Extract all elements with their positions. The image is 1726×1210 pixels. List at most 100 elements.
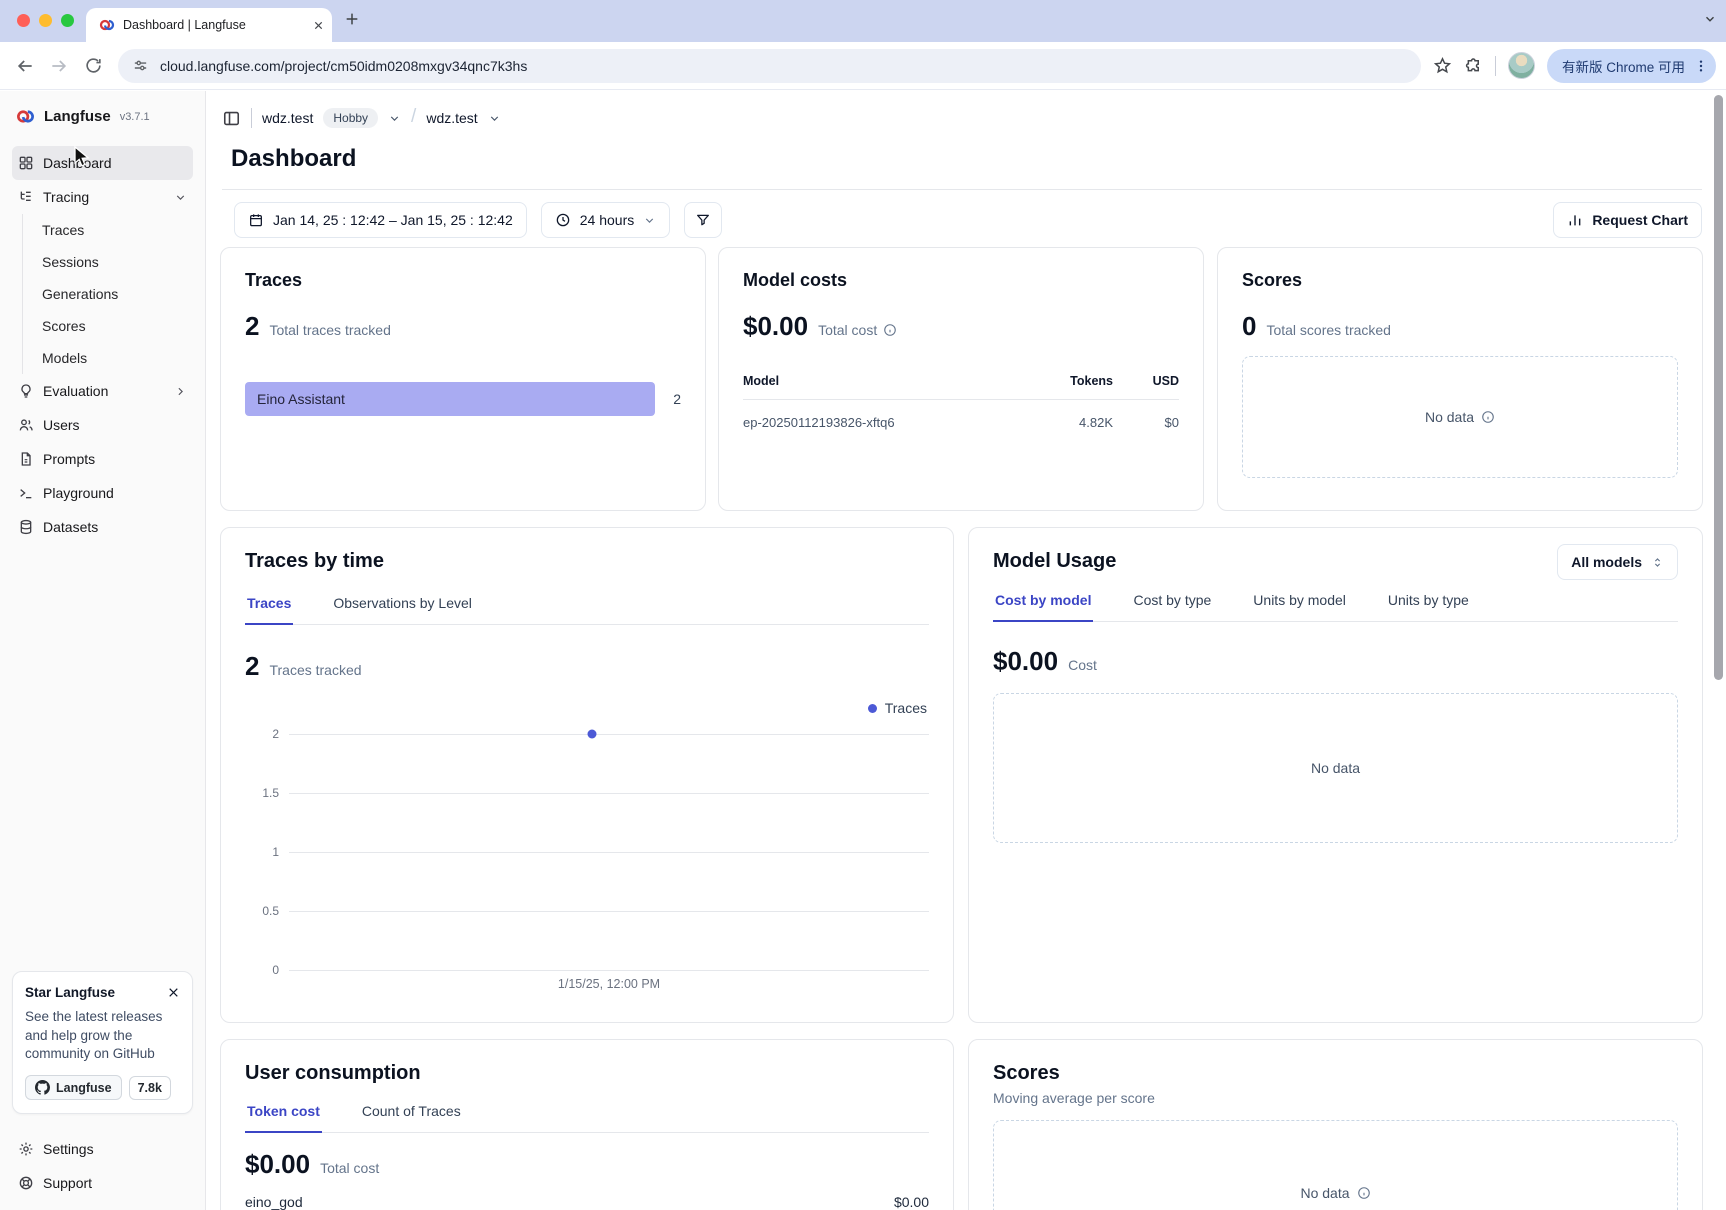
trace-bar[interactable]: Eino Assistant [245,382,655,416]
tab-units-by-type[interactable]: Units by type [1386,592,1471,621]
browser-tab[interactable]: Dashboard | Langfuse [86,8,332,42]
tab-observations-by-level[interactable]: Observations by Level [331,595,474,624]
star-card-body: See the latest releases and help grow th… [25,1008,180,1064]
browser-toolbar: cloud.langfuse.com/project/cm50idm0208mx… [0,42,1726,90]
chevron-down-icon[interactable] [174,191,187,204]
legend-label: Traces [885,700,927,716]
profile-avatar[interactable] [1508,52,1535,79]
kebab-menu-icon[interactable] [1693,58,1709,74]
sidebar-item-settings[interactable]: Settings [12,1132,193,1166]
sidebar-item-playground[interactable]: Playground [12,476,193,510]
sidebar-item-datasets[interactable]: Datasets [12,510,193,544]
mouse-cursor [74,146,91,168]
tab-close-icon[interactable] [313,20,324,31]
github-star-count[interactable]: 7.8k [129,1076,171,1100]
life-buoy-icon [18,1175,34,1191]
traces-line-chart: 2 1.5 1 0.5 0 1/15/25, 12:00 PM [245,734,929,970]
sidebar-item-tracing[interactable]: Tracing [12,180,193,214]
browser-tabstrip: Dashboard | Langfuse [0,0,1726,42]
site-controls-icon[interactable] [132,57,149,74]
forward-button[interactable] [42,49,76,83]
model-costs-caption: Total cost [818,322,877,338]
info-icon [1481,410,1495,424]
window-minimize-button[interactable] [39,14,52,27]
sidebar-item-dashboard[interactable]: Dashboard [12,146,193,180]
close-icon[interactable] [167,986,180,999]
y-tick: 0.5 [245,904,279,918]
window-controls[interactable] [17,14,74,27]
empty-state: No data [1242,356,1678,478]
consumption-total-value: $0.00 [245,1149,310,1180]
chart-legend: Traces [868,700,927,716]
toolbar-divider [1495,56,1496,76]
tab-token-cost[interactable]: Token cost [245,1103,322,1132]
main-content: wdz.test Hobby / wdz.test Dashboard Jan … [206,91,1726,1210]
new-tab-button[interactable] [344,11,360,27]
traces-total-caption: Total traces tracked [269,322,390,338]
sidebar-item-prompts[interactable]: Prompts [12,442,193,476]
brand-name: Langfuse [44,108,111,125]
url-bar[interactable]: cloud.langfuse.com/project/cm50idm0208mx… [118,49,1421,83]
chevron-right-icon[interactable] [174,385,187,398]
sidebar: Langfuse v3.7.1 Dashboard Tracing Trac [0,91,206,1210]
clock-icon [555,212,571,228]
cell-model: ep-20250112193826-xftq6 [743,415,1023,430]
sidebar-item-generations[interactable]: Generations [23,278,193,310]
tab-count-of-traces[interactable]: Count of Traces [360,1103,463,1132]
consumption-user-value: $0.00 [894,1194,929,1210]
sidebar-item-evaluation[interactable]: Evaluation [12,374,193,408]
sidebar-item-sessions[interactable]: Sessions [23,246,193,278]
traces-by-time-card: Traces by time Traces Observations by Le… [220,527,954,1023]
back-button[interactable] [8,49,42,83]
filter-button[interactable] [684,202,722,238]
sidebar-item-users[interactable]: Users [12,408,193,442]
reload-button[interactable] [76,49,110,83]
tab-cost-by-model[interactable]: Cost by model [993,592,1093,621]
tab-list-chevron-icon[interactable] [1703,12,1717,26]
sidebar-item-support[interactable]: Support [12,1166,193,1200]
model-usage-card: Model Usage All models Cost by model Cos… [968,527,1703,1023]
sidebar-toggle-icon[interactable] [222,109,241,128]
time-window-select[interactable]: 24 hours [541,202,670,238]
brand: Langfuse v3.7.1 [12,101,193,132]
date-range-picker[interactable]: Jan 14, 25 : 12:42 – Jan 15, 25 : 12:42 [234,202,527,238]
github-star-button[interactable]: Langfuse [25,1075,122,1100]
chrome-update-button[interactable]: 有新版 Chrome 可用 [1547,49,1716,83]
user-consumption-card: User consumption Token cost Count of Tra… [220,1039,954,1210]
scrollbar-thumb[interactable] [1714,95,1723,680]
window-zoom-button[interactable] [61,14,74,27]
sidebar-item-scores[interactable]: Scores [23,310,193,342]
sidebar-item-label: Scores [42,318,86,334]
sidebar-item-label: Traces [42,222,84,238]
sidebar-item-label: Support [43,1175,92,1191]
sidebar-item-label: Tracing [43,189,89,205]
chevron-down-icon[interactable] [388,112,401,125]
chevron-down-icon[interactable] [488,112,501,125]
window-close-button[interactable] [17,14,30,27]
table-row: ep-20250112193826-xftq6 4.82K $0 [743,400,1179,430]
tab-traces[interactable]: Traces [245,595,293,624]
sidebar-item-label: Datasets [43,519,98,535]
sidebar-item-label: Models [42,350,87,366]
gear-icon [18,1141,34,1157]
y-tick: 2 [245,727,279,741]
empty-state-label: No data [1300,1185,1349,1201]
sidebar-item-traces[interactable]: Traces [23,214,193,246]
breadcrumb-org[interactable]: wdz.test [262,110,313,126]
bookmark-star-icon[interactable] [1433,56,1452,75]
info-icon [883,323,897,337]
tracing-subnav: Traces Sessions Generations Scores Model… [22,214,193,374]
tab-units-by-model[interactable]: Units by model [1251,592,1348,621]
trace-bar-row[interactable]: Eino Assistant 2 [245,382,681,416]
cell-usd: $0 [1113,415,1179,430]
model-select[interactable]: All models [1557,544,1678,580]
sidebar-item-models[interactable]: Models [23,342,193,374]
breadcrumb-project[interactable]: wdz.test [426,110,477,126]
list-tree-icon [18,189,34,205]
data-point [587,730,596,739]
tab-cost-by-type[interactable]: Cost by type [1131,592,1213,621]
request-chart-button[interactable]: Request Chart [1553,202,1702,238]
extensions-icon[interactable] [1464,56,1483,75]
card-title: Scores [1242,270,1678,291]
bar-chart-icon [1567,212,1583,228]
